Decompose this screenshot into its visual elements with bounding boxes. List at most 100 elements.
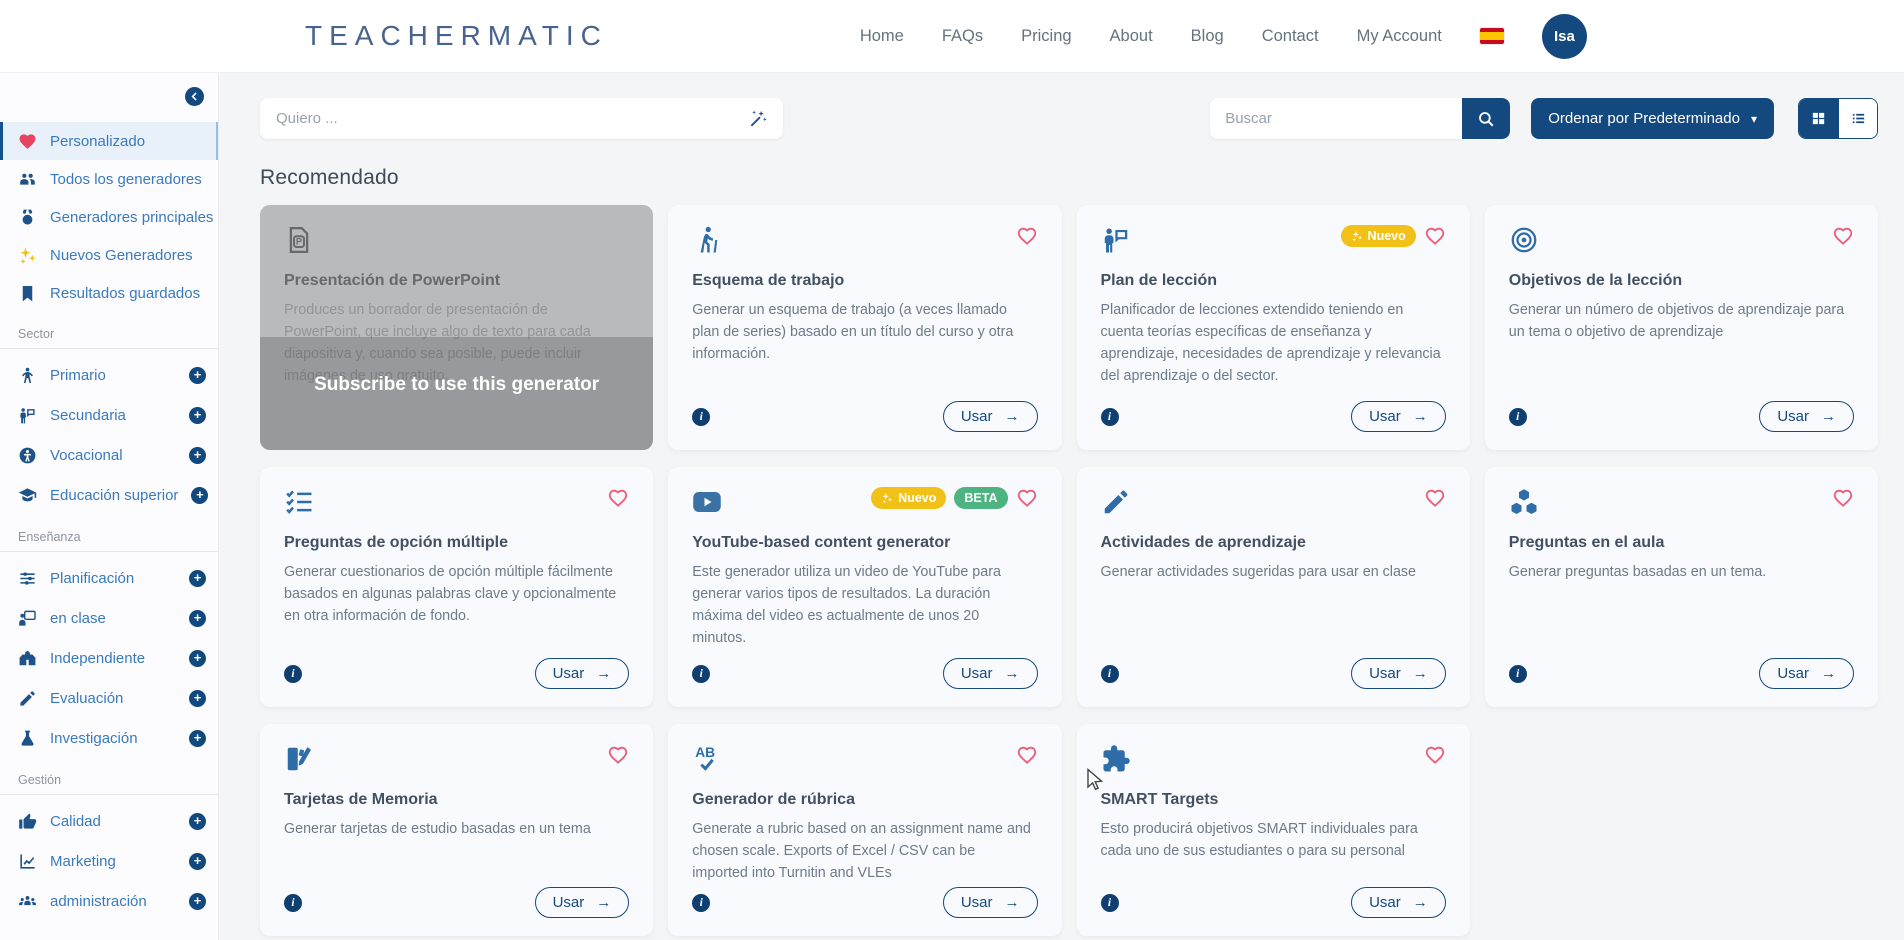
sidebar-item-secundaria[interactable]: Secundaria + [0,395,218,435]
sidebar-section-sector: Sector [0,312,218,349]
info-button[interactable]: i [284,894,302,912]
nav-my-account[interactable]: My Account [1357,27,1442,46]
expand-button[interactable]: + [189,447,206,464]
sidebar-item-administracion[interactable]: administración + [0,881,218,921]
nav-home[interactable]: Home [860,27,904,46]
favorite-heart-icon[interactable] [1424,744,1446,766]
info-button[interactable]: i [1509,408,1527,426]
expand-button[interactable]: + [189,730,206,747]
prompt-input[interactable] [260,98,748,139]
use-button[interactable]: Usar→ [1351,401,1446,432]
arrow-right-icon: → [1821,408,1836,425]
sidebar-item-nuevos-generadores[interactable]: Nuevos Generadores [0,236,218,274]
favorite-heart-icon[interactable] [1832,487,1854,509]
sidebar-item-resultados-guardados[interactable]: Resultados guardados [0,274,218,312]
grid-view-button[interactable] [1799,99,1838,138]
list-view-button[interactable] [1838,99,1877,138]
info-button[interactable]: i [284,665,302,683]
sidebar-item-educacion-superior[interactable]: Educación superior + [0,475,218,515]
sidebar-item-primario[interactable]: Primario + [0,355,218,395]
expand-button[interactable]: + [189,367,206,384]
use-button[interactable]: Usar→ [1351,658,1446,689]
use-button[interactable]: Usar→ [1759,658,1854,689]
card-youtube-based-content-generator: Nuevo BETA YouTube-based content generat… [668,467,1061,707]
list-icon [1850,110,1867,127]
expand-button[interactable]: + [189,407,206,424]
use-button[interactable]: Usar→ [535,658,630,689]
info-button[interactable]: i [1101,408,1119,426]
sidebar-item-en-clase[interactable]: en clase + [0,598,218,638]
favorite-heart-icon[interactable] [1016,487,1038,509]
favorite-heart-icon[interactable] [1016,225,1038,247]
spain-flag-icon[interactable] [1480,28,1504,44]
top-header: TEACHERMATIC Home FAQs Pricing About Blo… [0,0,1904,73]
sidebar-item-personalizado[interactable]: Personalizado [0,122,218,160]
sidebar-item-independiente[interactable]: Independiente + [0,638,218,678]
card-description: Generate a rubric based on an assignment… [692,818,1037,884]
sidebar-section-gestion: Gestión [0,758,218,795]
card-preguntas-en-el-aula: Preguntas en el aula Generar preguntas b… [1485,467,1878,707]
search-input[interactable] [1210,98,1462,139]
arrow-right-icon: → [1005,408,1020,425]
use-button[interactable]: Usar→ [943,887,1038,918]
sort-dropdown[interactable]: Ordenar por Predeterminado ▾ [1531,98,1774,139]
card-description: Esto producirá objetivos SMART individua… [1101,818,1446,862]
favorite-heart-icon[interactable] [1832,225,1854,247]
arrow-right-icon: → [1413,894,1428,911]
nav-about[interactable]: About [1110,27,1153,46]
favorite-heart-icon[interactable] [1424,225,1446,247]
nav-faqs[interactable]: FAQs [942,27,983,46]
powerpoint-file-icon [284,225,314,255]
expand-button[interactable]: + [189,610,206,627]
favorite-heart-icon[interactable] [607,744,629,766]
teachermatic-logo[interactable]: TEACHERMATIC [305,20,608,52]
sidebar-item-planificacion[interactable]: Planificación + [0,558,218,598]
sidebar-item-label: Secundaria [50,407,126,424]
card-description: Planificador de lecciones extendido teni… [1101,299,1446,388]
search-icon [1477,110,1495,128]
expand-button[interactable]: + [189,893,206,910]
info-button[interactable]: i [692,894,710,912]
magic-wand-icon[interactable] [748,109,768,129]
use-button[interactable]: Usar→ [1759,401,1854,432]
card-smart-targets: SMART Targets Esto producirá objetivos S… [1077,724,1470,936]
info-button[interactable]: i [1101,665,1119,683]
expand-button[interactable]: + [189,650,206,667]
sidebar-item-calidad[interactable]: Calidad + [0,801,218,841]
sparkles-icon [881,492,893,504]
search-button[interactable] [1462,98,1510,139]
sidebar-item-marketing[interactable]: Marketing + [0,841,218,881]
card-title: Presentación de PowerPoint [284,272,629,290]
expand-button[interactable]: + [189,813,206,830]
use-button[interactable]: Usar→ [943,401,1038,432]
sidebar-item-generadores-principales[interactable]: Generadores principales [0,198,218,236]
expand-button[interactable]: + [189,690,206,707]
expand-button[interactable]: + [189,570,206,587]
arrow-right-icon: → [596,665,611,682]
user-avatar[interactable]: Isa [1542,14,1587,59]
info-button[interactable]: i [1101,894,1119,912]
nav-pricing[interactable]: Pricing [1021,27,1071,46]
info-button[interactable]: i [692,665,710,683]
expand-button[interactable]: + [189,853,206,870]
people-group-icon [18,892,37,911]
sidebar-item-evaluacion[interactable]: Evaluación + [0,678,218,718]
use-button[interactable]: Usar→ [535,887,630,918]
info-button[interactable]: i [692,408,710,426]
sidebar-item-todos-los-generadores[interactable]: Todos los generadores [0,160,218,198]
sidebar-collapse-button[interactable] [185,87,204,106]
expand-button[interactable]: + [191,487,208,504]
info-button[interactable]: i [1509,665,1527,683]
nav-contact[interactable]: Contact [1262,27,1319,46]
generator-grid: Presentación de PowerPoint Produces un b… [260,205,1878,936]
nav-blog[interactable]: Blog [1191,27,1224,46]
sidebar-item-vocacional[interactable]: Vocacional + [0,435,218,475]
target-icon [1509,225,1539,255]
use-button[interactable]: Usar→ [943,658,1038,689]
favorite-heart-icon[interactable] [1016,744,1038,766]
card-presentacion-de-powerpoint[interactable]: Presentación de PowerPoint Produces un b… [260,205,653,450]
use-button[interactable]: Usar→ [1351,887,1446,918]
favorite-heart-icon[interactable] [1424,487,1446,509]
favorite-heart-icon[interactable] [607,487,629,509]
sidebar-item-investigacion[interactable]: Investigación + [0,718,218,758]
